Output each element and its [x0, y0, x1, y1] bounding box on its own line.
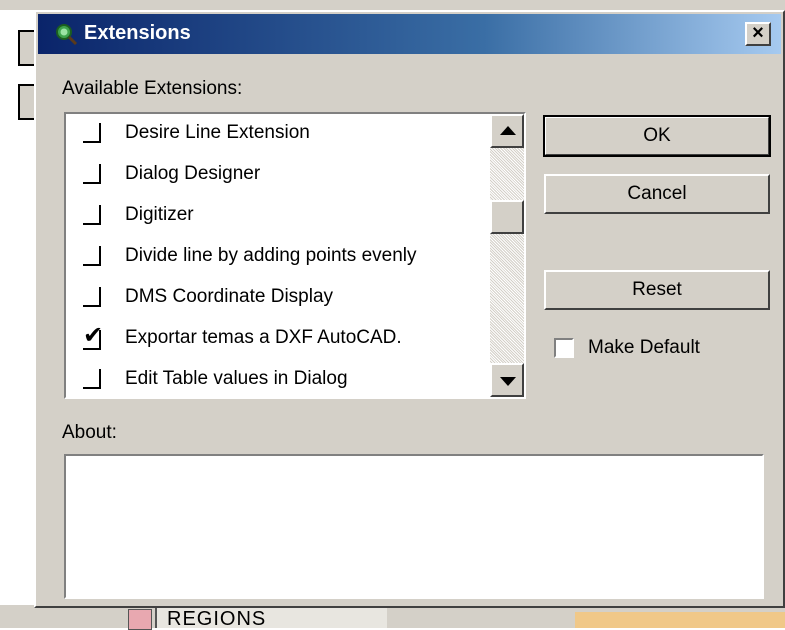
checkmark-icon: ✔ [83, 322, 104, 349]
background-menubar [0, 0, 785, 10]
extension-label: Edit Table values in Dialog [125, 368, 348, 389]
extension-label: Divide line by adding points evenly [125, 245, 417, 266]
about-label: About: [62, 422, 117, 443]
background-layer-entry: REGIONS [155, 606, 387, 628]
scroll-up-button[interactable] [490, 114, 524, 148]
list-item[interactable]: Divide line by adding points evenly [66, 237, 486, 277]
available-extensions-label: Available Extensions: [62, 78, 243, 99]
list-scrollbar[interactable] [490, 114, 524, 397]
extension-checkbox[interactable] [83, 246, 103, 268]
list-item[interactable]: Edit Table values in Dialog [66, 360, 486, 397]
make-default-option[interactable]: Make Default [554, 337, 784, 363]
extension-checkbox[interactable] [83, 287, 103, 309]
list-item[interactable]: ✔ Exportar temas a DXF AutoCAD. [66, 319, 486, 359]
make-default-label: Make Default [588, 337, 700, 358]
extension-checkbox[interactable] [83, 369, 103, 391]
extension-checkbox[interactable] [83, 205, 103, 227]
scroll-thumb[interactable] [490, 200, 524, 234]
extensions-list[interactable]: Desire Line Extension Dialog Designer Di… [64, 112, 526, 399]
extension-label: Dialog Designer [125, 163, 261, 184]
background-app-left [0, 0, 36, 628]
about-textbox [64, 454, 764, 599]
scroll-down-button[interactable] [490, 363, 524, 397]
ok-button[interactable]: OK [543, 115, 771, 157]
extension-label: Digitizer [125, 204, 194, 225]
list-item[interactable]: Desire Line Extension [66, 114, 486, 154]
cancel-button[interactable]: Cancel [544, 174, 770, 214]
extensions-magnifier-icon [56, 24, 78, 46]
arrow-down-icon [500, 377, 516, 386]
background-layer-label: REGIONS [167, 608, 267, 628]
extension-label: Exportar temas a DXF AutoCAD. [125, 327, 402, 348]
extension-checkbox[interactable] [83, 123, 103, 145]
close-button[interactable]: × [745, 22, 771, 46]
extension-checkbox[interactable] [83, 164, 103, 186]
extensions-dialog: Extensions × Available Extensions: Desir… [34, 10, 785, 608]
close-icon: × [752, 22, 764, 44]
list-item[interactable]: Digitizer [66, 196, 486, 236]
make-default-checkbox[interactable] [554, 338, 574, 358]
arrow-up-icon [500, 126, 516, 135]
extension-label: Desire Line Extension [125, 122, 310, 143]
background-map-area [575, 612, 785, 628]
title-bar[interactable]: Extensions × [38, 14, 781, 54]
extension-checkbox-checked[interactable]: ✔ [83, 324, 103, 350]
list-item[interactable]: Dialog Designer [66, 155, 486, 195]
extension-label: DMS Coordinate Display [125, 286, 334, 307]
list-item[interactable]: DMS Coordinate Display [66, 278, 486, 318]
dialog-title: Extensions [84, 22, 191, 44]
reset-button[interactable]: Reset [544, 270, 770, 310]
background-legend-swatch [128, 609, 152, 630]
